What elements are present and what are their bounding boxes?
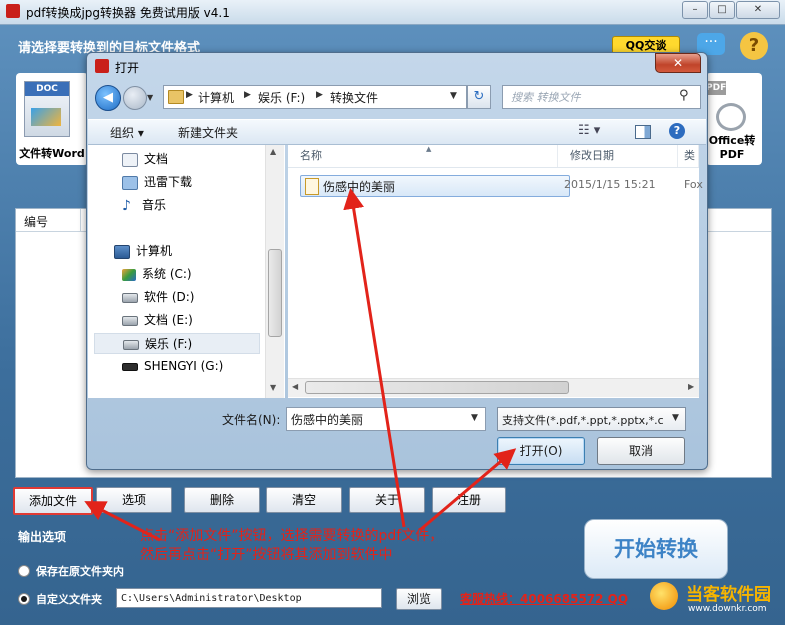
arrow-to-file-row bbox=[343, 187, 406, 528]
arrow-to-open-button bbox=[419, 448, 517, 532]
annotation-line-2: 然后再点击“打开”按钮将其添加到软件中 bbox=[140, 547, 393, 563]
annotation-text: 点击“添加文件”按钮，选择需要转换的pdf文件， 然后再点击“打开”按钮将其添加… bbox=[140, 527, 443, 565]
annotation-line-1: 点击“添加文件”按钮，选择需要转换的pdf文件， bbox=[140, 528, 444, 544]
